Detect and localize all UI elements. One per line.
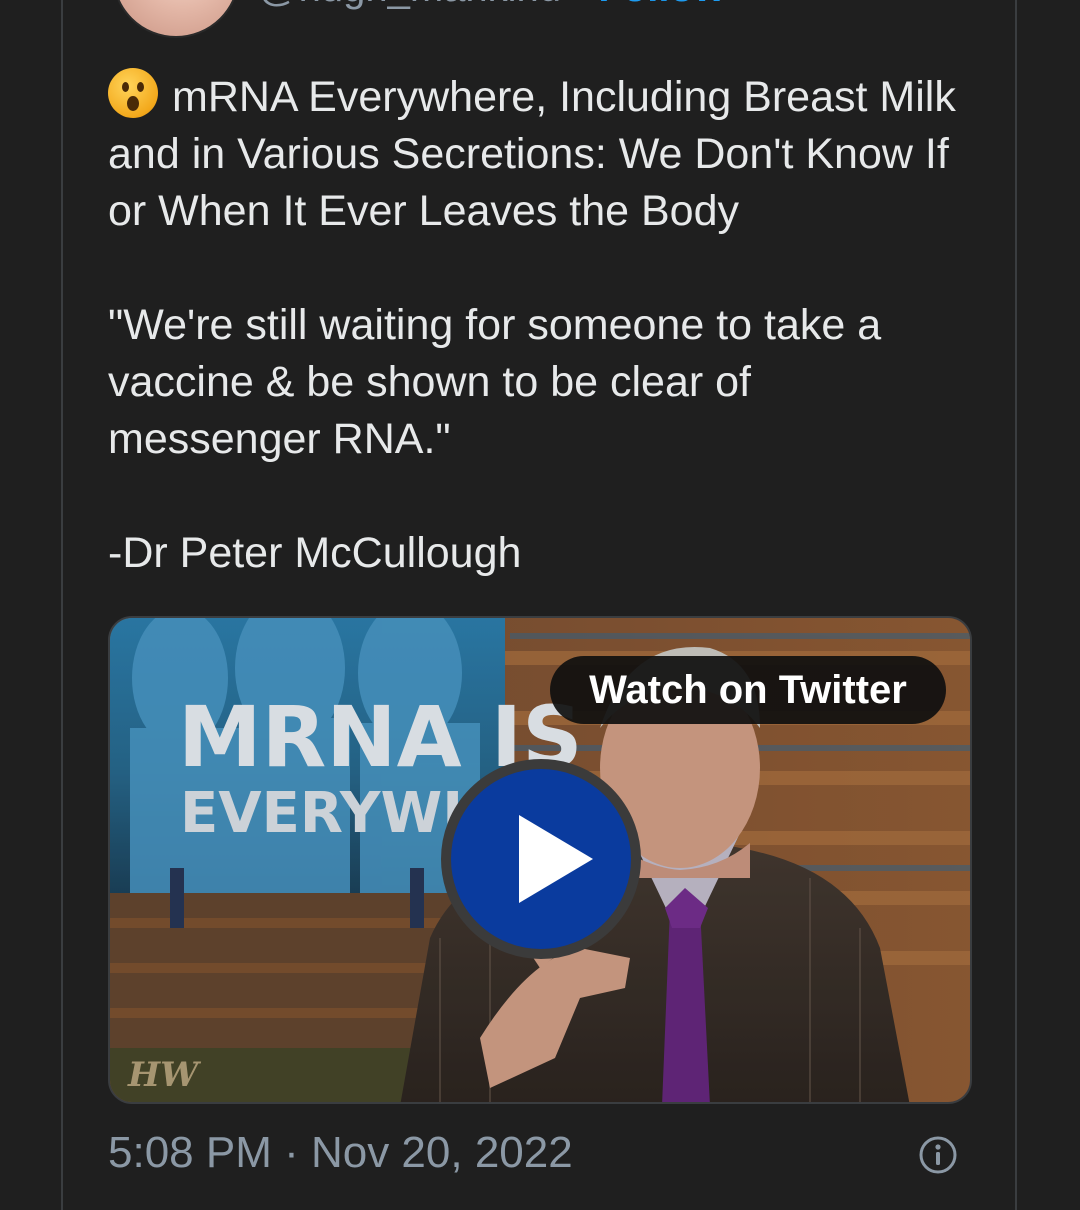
play-button[interactable]	[441, 759, 641, 959]
follow-button[interactable]: Follow	[598, 0, 725, 10]
tweet-attribution: -Dr Peter McCullough	[108, 529, 522, 577]
tweet-quote: "We're still waiting for someone to take…	[108, 301, 882, 463]
info-icon[interactable]	[918, 1135, 958, 1175]
play-icon	[519, 815, 593, 903]
author-handle[interactable]: @hugh_mankind	[258, 0, 561, 10]
watch-on-twitter-button[interactable]: Watch on Twitter	[550, 656, 946, 724]
thumbnail-watermark: HW	[127, 1055, 201, 1095]
tweet-text: mRNA Everywhere, Including Breast Milk a…	[108, 68, 968, 582]
astonished-face-icon	[108, 68, 158, 118]
tweet-headline: mRNA Everywhere, Including Breast Milk a…	[108, 68, 968, 240]
video-player[interactable]: MRNA IS EVERYWHERE HW Watch on Twitter	[108, 616, 972, 1104]
tweet-timestamp[interactable]: 5:08 PM · Nov 20, 2022	[108, 1128, 573, 1178]
author-row: @hugh_mankind · Follow	[258, 0, 725, 12]
tweet-line-1: mRNA Everywhere, Including Breast Milk a…	[108, 73, 956, 235]
handle-separator: ·	[573, 0, 586, 10]
